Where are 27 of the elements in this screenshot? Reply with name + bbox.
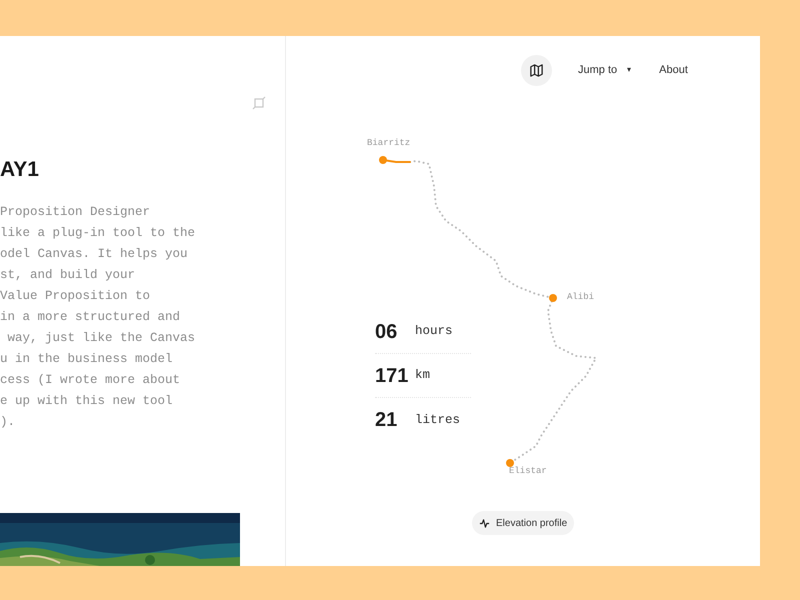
stop-label: Elistar: [509, 465, 547, 477]
stat-value: 06: [375, 320, 398, 344]
pulse-icon: [479, 518, 490, 528]
stat-value: 21: [375, 408, 398, 433]
paragraph-line: st, and build your: [0, 267, 136, 284]
stop-label: Biarritz: [367, 137, 410, 149]
stat-value: 171: [375, 364, 410, 388]
paragraph-line: in a more structured and: [0, 309, 180, 326]
article-heading: AY1: [0, 158, 39, 180]
stat-unit: hours: [415, 323, 453, 340]
paragraph-line: Proposition Designer: [0, 204, 150, 221]
elevation-profile-button[interactable]: Elevation profile: [472, 511, 574, 535]
paragraph-line: like a plug-in tool to the: [0, 225, 196, 242]
paragraph-line: e up with this new tool: [0, 393, 173, 410]
stat-unit: km: [415, 367, 430, 384]
paragraph-line: ).: [0, 414, 16, 431]
stop-label: Alibi: [567, 291, 594, 303]
paragraph-line: cess (I wrote more about: [0, 372, 180, 389]
map-button[interactable]: [521, 54, 552, 86]
paragraph-line: odel Canvas. It helps you: [0, 246, 188, 263]
jump-to-menu[interactable]: Jump to ▾: [578, 62, 632, 78]
paragraph-line: Value Proposition to: [0, 288, 150, 305]
map-icon: [529, 62, 544, 78]
paragraph-line: u in the business model: [0, 351, 173, 368]
stat-unit: litres: [415, 412, 460, 429]
about-link[interactable]: About: [659, 62, 688, 78]
paragraph-line: way, just like the Canvas: [6, 330, 196, 347]
